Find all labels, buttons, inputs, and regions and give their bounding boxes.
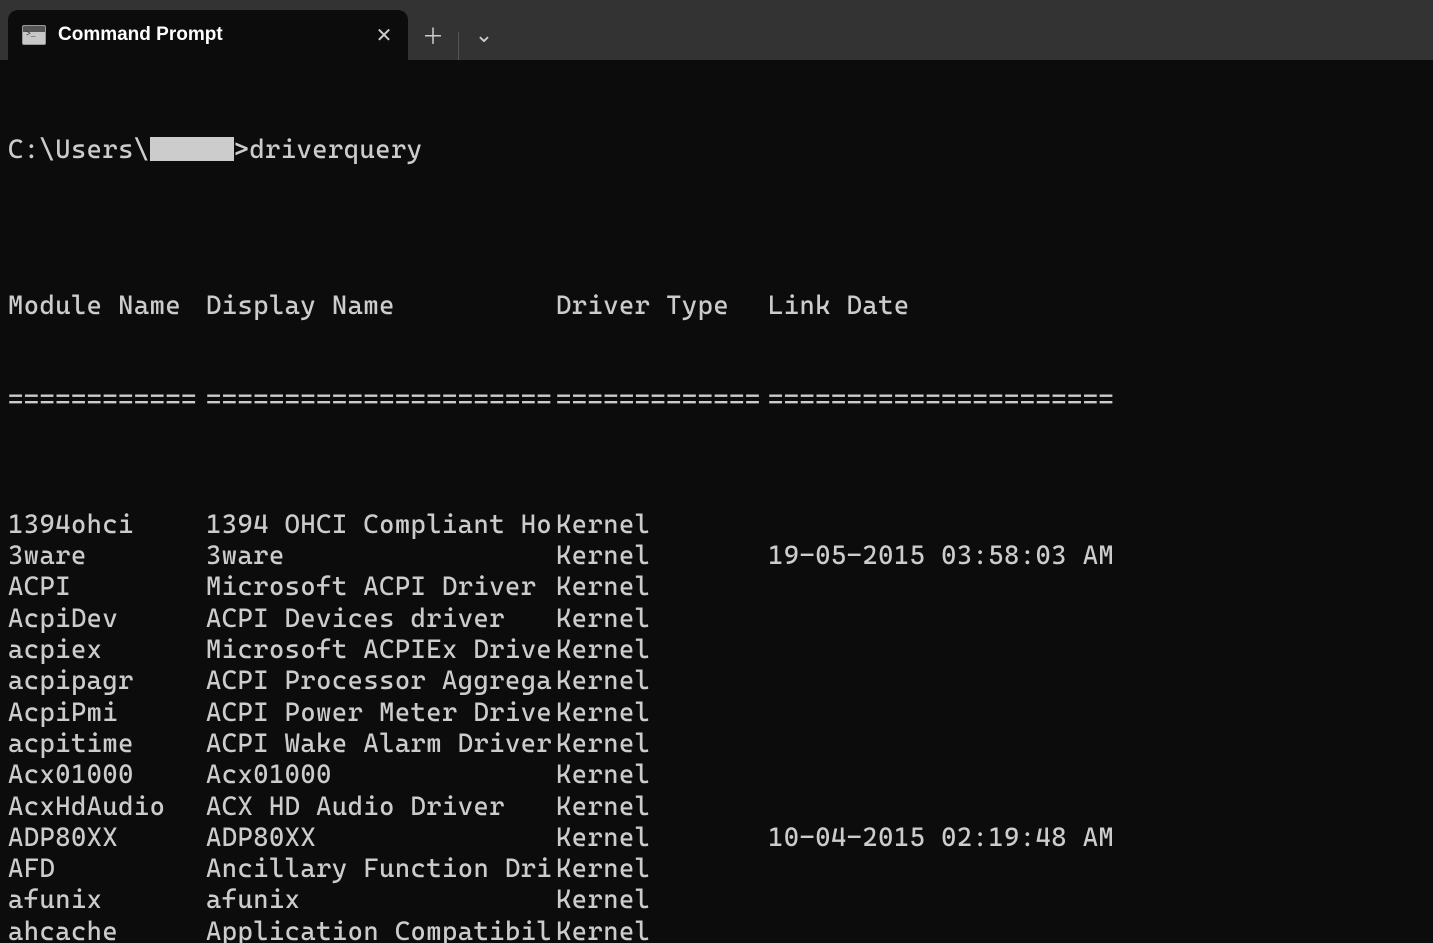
cell-display: ACPI Devices driver: [206, 604, 556, 635]
header-link: Link Date: [768, 291, 1425, 322]
cell-type: Kernel: [556, 792, 768, 823]
table-row: ACPIMicrosoft ACPI DriverKernel: [8, 572, 1425, 603]
cell-type: Kernel: [556, 885, 768, 916]
table-row: 1394ohci1394 OHCI Compliant HoKernel: [8, 510, 1425, 541]
header-module: Module Name: [8, 291, 206, 322]
cell-type: Kernel: [556, 823, 768, 854]
table-row: acpitimeACPI Wake Alarm DriverKernel: [8, 729, 1425, 760]
cell-link: [768, 792, 1425, 823]
cell-module: acpipagr: [8, 666, 206, 697]
cell-display: 3ware: [206, 541, 556, 572]
cell-link: 10-04-2015 02:19:48 AM: [768, 823, 1425, 854]
cell-type: Kernel: [556, 666, 768, 697]
cell-link: [768, 635, 1425, 666]
terminal-output[interactable]: C:\Users\ >driverquery Module Name Displa…: [0, 60, 1433, 943]
cell-display: ACX HD Audio Driver: [206, 792, 556, 823]
cell-type: Kernel: [556, 729, 768, 760]
cell-module: 1394ohci: [8, 510, 206, 541]
close-tab-button[interactable]: ✕: [370, 21, 398, 49]
cell-module: afunix: [8, 885, 206, 916]
cell-display: ACPI Processor Aggrega: [206, 666, 556, 697]
table-row: ADP80XXADP80XXKernel10-04-2015 02:19:48 …: [8, 823, 1425, 854]
table-row: AFDAncillary Function DriKernel: [8, 854, 1425, 885]
header-display: Display Name: [206, 291, 556, 322]
cell-display: Microsoft ACPIEx Drive: [206, 635, 556, 666]
cell-module: AFD: [8, 854, 206, 885]
prompt-path-prefix: C:\Users\: [8, 135, 150, 165]
tab-dropdown-button[interactable]: ⌄: [459, 10, 509, 60]
cell-type: Kernel: [556, 541, 768, 572]
cell-module: ahcache: [8, 917, 206, 943]
prompt-line: C:\Users\ >driverquery: [8, 135, 1425, 166]
sep-display: ======================: [206, 385, 556, 416]
data-rows-container: 1394ohci1394 OHCI Compliant HoKernel3war…: [8, 510, 1425, 943]
cell-module: acpitime: [8, 729, 206, 760]
separator-row: ============ ====================== ====…: [8, 385, 1425, 416]
cell-link: [768, 917, 1425, 943]
table-row: AcpiPmiACPI Power Meter DriveKernel: [8, 698, 1425, 729]
cell-type: Kernel: [556, 854, 768, 885]
cell-module: Acx01000: [8, 760, 206, 791]
cell-display: ACPI Power Meter Drive: [206, 698, 556, 729]
table-row: afunixafunixKernel: [8, 885, 1425, 916]
cell-link: [768, 510, 1425, 541]
cell-link: [768, 572, 1425, 603]
cell-display: Application Compatibil: [206, 917, 556, 943]
cell-type: Kernel: [556, 698, 768, 729]
cell-link: [768, 666, 1425, 697]
prompt-suffix: >: [234, 135, 250, 165]
cell-display: ADP80XX: [206, 823, 556, 854]
cell-module: AcpiPmi: [8, 698, 206, 729]
cell-display: ACPI Wake Alarm Driver: [206, 729, 556, 760]
table-row: acpiexMicrosoft ACPIEx DriveKernel: [8, 635, 1425, 666]
table-row: Acx01000Acx01000Kernel: [8, 760, 1425, 791]
cell-type: Kernel: [556, 604, 768, 635]
cell-link: [768, 885, 1425, 916]
command-prompt-icon: [22, 25, 46, 45]
header-type: Driver Type: [556, 291, 768, 322]
command-text: driverquery: [249, 135, 422, 165]
cell-display: 1394 OHCI Compliant Ho: [206, 510, 556, 541]
cell-link: [768, 729, 1425, 760]
cell-module: ADP80XX: [8, 823, 206, 854]
table-row: acpipagrACPI Processor AggregaKernel: [8, 666, 1425, 697]
header-row: Module Name Display Name Driver Type Lin…: [8, 291, 1425, 322]
cell-type: Kernel: [556, 510, 768, 541]
new-tab-button[interactable]: ＋: [408, 10, 458, 60]
cell-module: 3ware: [8, 541, 206, 572]
titlebar: Command Prompt ✕ ＋ ⌄: [0, 0, 1433, 60]
cell-type: Kernel: [556, 572, 768, 603]
cell-link: [768, 760, 1425, 791]
sep-type: =============: [556, 385, 768, 416]
cell-type: Kernel: [556, 917, 768, 943]
table-row: 3ware3wareKernel19-05-2015 03:58:03 AM: [8, 541, 1425, 572]
sep-module: ============: [8, 385, 206, 416]
table-row: AcpiDevACPI Devices driverKernel: [8, 604, 1425, 635]
cell-link: [768, 854, 1425, 885]
sep-link: ======================: [768, 385, 1425, 416]
cell-link: [768, 698, 1425, 729]
cell-link: 19-05-2015 03:58:03 AM: [768, 541, 1425, 572]
active-tab[interactable]: Command Prompt ✕: [8, 10, 408, 60]
cell-module: AcpiDev: [8, 604, 206, 635]
tab-title: Command Prompt: [58, 24, 370, 46]
cell-display: afunix: [206, 885, 556, 916]
cell-module: acpiex: [8, 635, 206, 666]
cell-display: Acx01000: [206, 760, 556, 791]
cell-type: Kernel: [556, 760, 768, 791]
table-row: AcxHdAudioACX HD Audio DriverKernel: [8, 792, 1425, 823]
cell-type: Kernel: [556, 635, 768, 666]
cell-link: [768, 604, 1425, 635]
cell-display: Ancillary Function Dri: [206, 854, 556, 885]
cell-module: AcxHdAudio: [8, 792, 206, 823]
cell-display: Microsoft ACPI Driver: [206, 572, 556, 603]
table-row: ahcacheApplication CompatibilKernel: [8, 917, 1425, 943]
cell-module: ACPI: [8, 572, 206, 603]
redacted-username: [150, 137, 234, 161]
